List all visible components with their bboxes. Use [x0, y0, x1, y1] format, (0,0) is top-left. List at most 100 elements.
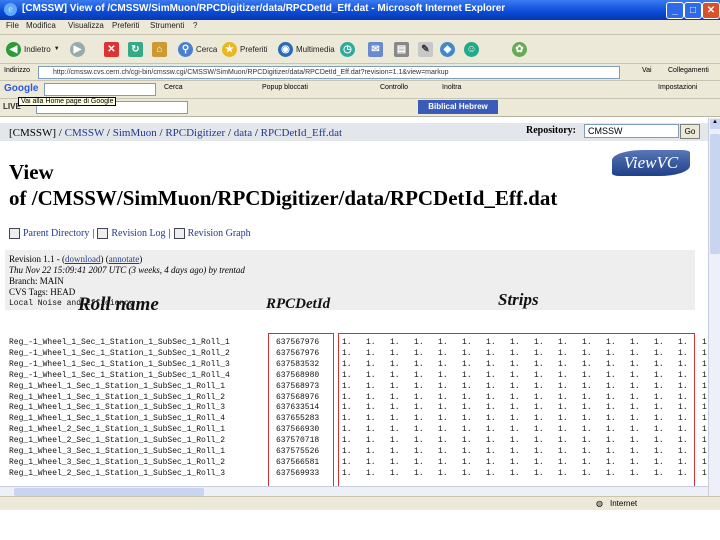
roll-name-cell: Reg_1_Wheel_1_Sec_1_Station_1_SubSec_1_R…	[9, 392, 226, 402]
menu-view[interactable]: Visualizza	[68, 21, 104, 30]
home-button[interactable]: ⌂	[152, 40, 167, 58]
repository-select[interactable]: CMSSW	[584, 124, 679, 138]
media-icon: ◉	[278, 41, 293, 57]
edit-icon: ✎	[418, 41, 433, 57]
window-title: [CMSSW] View of /CMSSW/SimMuon/RPCDigiti…	[22, 3, 506, 14]
mail-button[interactable]: ✉	[368, 40, 383, 58]
msn-button[interactable]: ✿	[512, 40, 527, 58]
crumb-cmssw[interactable]: CMSSW	[65, 127, 105, 139]
chevron-down-icon: ▼	[53, 46, 60, 52]
messenger-button[interactable]: ☺	[464, 40, 479, 58]
scroll-up-icon[interactable]: ▲	[710, 119, 720, 129]
links-label[interactable]: Collegamenti	[668, 67, 709, 74]
log-icon	[97, 228, 109, 239]
menu-edit[interactable]: Modifica	[26, 21, 56, 30]
crumb-file[interactable]: RPCDetId_Eff.dat	[261, 127, 342, 139]
minimize-button[interactable]: _	[666, 2, 684, 19]
autofill-button[interactable]: Inoltra	[442, 84, 461, 91]
stop-button[interactable]: ✕	[104, 40, 119, 58]
repository-go-button[interactable]: Go	[680, 124, 700, 139]
favorites-button[interactable]: ★ Preferiti	[222, 40, 268, 58]
google-search-input[interactable]	[44, 83, 156, 96]
history-button[interactable]: ◷	[340, 40, 355, 58]
globe-icon: ◍	[596, 499, 603, 508]
tooltip: Vai alla Home page di Google	[18, 97, 117, 106]
roll-name-annotation: Roll name	[78, 294, 159, 315]
cvs-tags-line: CVS Tags: HEAD	[9, 287, 76, 297]
address-label: Indirizzo	[4, 67, 31, 74]
discuss-icon: ◆	[440, 41, 455, 57]
download-link[interactable]: download	[65, 254, 101, 264]
media-button[interactable]: ◉ Multimedia	[278, 40, 335, 58]
menu-file[interactable]: File	[6, 21, 19, 30]
menu-favorites[interactable]: Preferiti	[112, 21, 140, 30]
revision-log-link[interactable]: Revision Log	[111, 228, 165, 239]
roll-name-cell: Reg_1_Wheel_3_Sec_1_Station_1_SubSec_1_R…	[9, 457, 226, 467]
roll-name-cell: Reg_-1_Wheel_1_Sec_1_Station_1_SubSec_1_…	[9, 348, 230, 358]
revision-graph-link[interactable]: Revision Graph	[188, 228, 251, 239]
ie-icon: e	[4, 3, 17, 16]
strips-highlight-box	[338, 333, 695, 493]
zone-label: Internet	[610, 499, 638, 508]
spellcheck-button[interactable]: Controllo	[380, 84, 408, 91]
parent-directory-link[interactable]: Parent Directory	[23, 228, 89, 239]
address-input[interactable]: http://cmssw.cvs.cern.ch/cgi-bin/cmssw.c…	[38, 66, 620, 79]
breadcrumb-root: [CMSSW] /	[9, 127, 62, 139]
google-logo[interactable]: Google	[4, 83, 38, 94]
google-search-button[interactable]: Cerca	[164, 84, 183, 91]
settings-button[interactable]: Impostazioni	[658, 84, 697, 91]
strips-annotation: Strips	[498, 290, 539, 309]
scroll-thumb[interactable]	[710, 134, 720, 254]
go-button[interactable]: Vai	[642, 67, 652, 74]
butterfly-icon: ✿	[512, 41, 527, 57]
back-button[interactable]: ◀ Indietro ▼	[6, 40, 60, 58]
crumb-simmuon[interactable]: SimMuon	[113, 127, 157, 139]
status-bar: ◍ Internet	[0, 496, 720, 511]
roll-name-cell: Reg_1_Wheel_3_Sec_1_Station_1_SubSec_1_R…	[9, 447, 226, 457]
roll-name-cell: Reg_1_Wheel_1_Sec_1_Station_1_SubSec_1_R…	[9, 414, 226, 424]
address-bar: Indirizzo http://cmssw.cvs.cern.ch/cgi-b…	[0, 64, 720, 81]
popup-blocked-label[interactable]: Popup bloccati	[262, 84, 308, 91]
page-subtitle: of /CMSSW/SimMuon/RPCDigitizer/data/RPCD…	[9, 186, 558, 210]
messenger-icon: ☺	[464, 41, 479, 57]
viewvc-logo[interactable]: ViewVC	[612, 150, 690, 176]
crumb-data[interactable]: data	[234, 127, 252, 139]
hscroll-thumb[interactable]	[14, 488, 204, 496]
menu-help[interactable]: ?	[193, 21, 197, 30]
roll-name-cell: Reg_1_Wheel_2_Sec_1_Station_1_SubSec_1_R…	[9, 425, 226, 435]
print-icon: ▤	[394, 41, 409, 57]
toolbar: ◀ Indietro ▼ ▶ ✕ ↻ ⌂ ⚲ Cerca ★ Preferiti…	[0, 35, 720, 64]
breadcrumb: [CMSSW] / CMSSW / SimMuon / RPCDigitizer…	[9, 127, 343, 139]
nav-links: Parent Directory | Revision Log | Revisi…	[9, 228, 251, 239]
refresh-icon: ↻	[128, 41, 143, 57]
favorites-label: Preferiti	[240, 44, 268, 54]
crumb-rpcdigitizer[interactable]: RPCDigitizer	[165, 127, 225, 139]
menu-tools[interactable]: Strumenti	[150, 21, 184, 30]
print-button[interactable]: ▤	[394, 40, 409, 58]
detid-highlight-box	[268, 333, 334, 493]
date-line: Thu Nov 22 15:09:41 2007 UTC (3 weeks, 4…	[9, 265, 245, 275]
forward-arrow-icon: ▶	[70, 41, 85, 57]
close-button[interactable]: ✕	[702, 2, 720, 19]
revision-line: Revision 1.1 - (download) (annotate)	[9, 254, 143, 264]
discuss-button[interactable]: ◆	[440, 40, 455, 58]
forward-button[interactable]: ▶	[70, 40, 85, 58]
annotate-link[interactable]: annotate	[109, 254, 140, 264]
refresh-button[interactable]: ↻	[128, 40, 143, 58]
roll-names-column: Reg_-1_Wheel_1_Sec_1_Station_1_SubSec_1_…	[9, 338, 230, 480]
revision-label: Revision 1.1 -	[9, 254, 60, 264]
biblical-hebrew-button[interactable]: Biblical Hebrew	[418, 100, 498, 114]
page-content: [CMSSW] / CMSSW / SimMuon / RPCDigitizer…	[0, 118, 708, 496]
menu-bar: File Modifica Visualizza Preferiti Strum…	[0, 20, 720, 35]
edit-button[interactable]: ✎	[418, 40, 433, 58]
search-button[interactable]: ⚲ Cerca	[178, 40, 217, 58]
stop-icon: ✕	[104, 41, 119, 57]
repository-label: Repository:	[526, 125, 576, 136]
back-arrow-icon: ◀	[6, 41, 21, 57]
home-icon: ⌂	[152, 41, 167, 57]
branch-line: Branch: MAIN	[9, 276, 64, 286]
maximize-button[interactable]: □	[684, 2, 702, 19]
bottom-area	[0, 510, 720, 540]
vertical-scrollbar[interactable]: ▲	[708, 118, 720, 496]
back-label: Indietro	[24, 44, 51, 54]
